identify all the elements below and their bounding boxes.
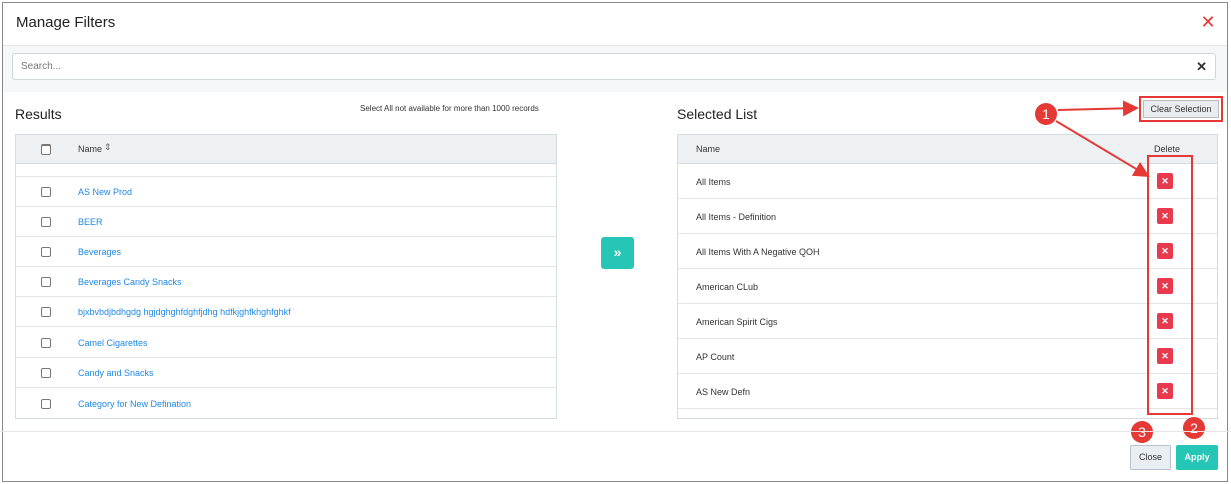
row-checkbox[interactable] <box>41 247 51 257</box>
result-link[interactable]: bjxbvbdjbdhgdg hgjdghghfdghfjdhg hdfkjgh… <box>78 307 291 317</box>
selected-list-panel: Name Delete All Items ✕ All Items - Defi… <box>677 134 1218 419</box>
selected-item-label: American Spirit Cigs <box>696 317 778 327</box>
delete-column-highlight <box>1147 155 1193 415</box>
list-item: AS New Prod <box>16 177 556 207</box>
list-item: AS New Defn ✕ <box>678 374 1217 409</box>
result-link[interactable]: Camel Cigarettes <box>78 338 148 348</box>
result-link[interactable]: Candy and Snacks <box>78 368 154 378</box>
callout-3: 3 <box>1131 421 1153 443</box>
clear-selection-highlight <box>1139 96 1223 122</box>
search-input[interactable] <box>13 54 1173 79</box>
selected-item-label: AP Count <box>696 352 735 362</box>
list-item: Beverages Candy Snacks <box>16 267 556 297</box>
list-item: All Items - Definition ✕ <box>678 199 1217 234</box>
selected-name-header: Name <box>696 144 721 154</box>
apply-button[interactable]: Apply <box>1176 445 1218 470</box>
search-box: ✕ <box>12 53 1216 80</box>
list-item: AP Count ✕ <box>678 339 1217 374</box>
selected-item-label: All Items <box>696 177 731 187</box>
selected-list-title: Selected List <box>677 106 758 122</box>
selected-item-label: American CLub <box>696 282 759 292</box>
results-panel: Name ⇕ AS New Prod BEER Beverages Bevera… <box>15 134 557 419</box>
row-checkbox[interactable] <box>41 145 51 155</box>
list-item <box>16 145 556 177</box>
result-link[interactable]: BEER <box>78 217 103 227</box>
result-link[interactable]: Category for New Defination <box>78 399 191 409</box>
results-title: Results <box>15 106 62 122</box>
result-link[interactable]: AS New Prod <box>78 187 132 197</box>
list-item: Beverages <box>16 237 556 267</box>
list-item: Candy and Snacks <box>16 358 556 388</box>
selected-item-label: AS New Defn <box>696 387 751 397</box>
row-checkbox[interactable] <box>41 338 51 348</box>
list-item: American CLub ✕ <box>678 269 1217 304</box>
row-checkbox[interactable] <box>41 217 51 227</box>
select-all-note: Select All not available for more than 1… <box>360 104 539 113</box>
callout-2: 2 <box>1183 417 1205 439</box>
list-item: BEER <box>16 207 556 237</box>
footer-divider <box>0 431 1231 432</box>
row-checkbox[interactable] <box>41 368 51 378</box>
row-checkbox[interactable] <box>41 399 51 409</box>
move-selected-button[interactable]: » <box>601 237 634 269</box>
callout-1: 1 <box>1035 103 1057 125</box>
row-checkbox[interactable] <box>41 307 51 317</box>
result-link[interactable]: Beverages <box>78 247 121 257</box>
list-item: bjxbvbdjbdhgdg hgjdghghfdghfjdhg hdfkjgh… <box>16 297 556 327</box>
list-item: Category for New Defination <box>16 389 556 418</box>
result-link[interactable]: Beverages Candy Snacks <box>78 277 182 287</box>
delete-header: Delete <box>1154 144 1181 154</box>
list-item: All Items ✕ <box>678 164 1217 199</box>
row-checkbox[interactable] <box>41 187 51 197</box>
list-item: All Items With A Negative QOH ✕ <box>678 234 1217 269</box>
close-button[interactable]: Close <box>1130 445 1171 470</box>
close-icon[interactable]: ✕ <box>1199 13 1217 31</box>
dialog-title: Manage Filters <box>16 14 116 31</box>
selected-header: Name Delete <box>678 135 1217 164</box>
selected-item-label: All Items - Definition <box>696 212 777 222</box>
list-item: Camel Cigarettes <box>16 328 556 358</box>
clear-icon[interactable]: ✕ <box>1196 59 1207 75</box>
list-item: American Spirit Cigs ✕ <box>678 304 1217 339</box>
row-checkbox[interactable] <box>41 277 51 287</box>
selected-item-label: All Items With A Negative QOH <box>696 247 820 257</box>
